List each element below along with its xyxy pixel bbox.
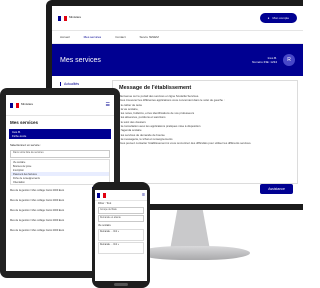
- services-banner: Mes services Inès B. Numéro INE: 1234 R: [52, 44, 303, 76]
- assistance-button[interactable]: Assistance: [260, 184, 293, 194]
- nav-item-contact[interactable]: Contact: [115, 35, 125, 39]
- panel-line: Vous pouvez contacter l'établissement si…: [119, 141, 252, 146]
- row-text: Mes de la gestion / Mes collège Carré 20…: [10, 228, 65, 232]
- sidebar-item-news[interactable]: Actualités: [60, 82, 104, 86]
- desktop-header: Ministère ● Mon compte: [52, 6, 303, 31]
- ministry-logo[interactable]: Ministère: [58, 15, 82, 21]
- service-dropdown: Vie scolaire Bourses de lycée Inscriptio…: [10, 159, 110, 185]
- menu-icon[interactable]: ☰: [106, 102, 110, 108]
- nav-item-home[interactable]: Accueil: [60, 35, 70, 39]
- phone-device: ☰ Filtrer : Tout Groupe de filiale Deman…: [92, 182, 150, 288]
- tablet-page-title: Mes services: [10, 120, 39, 125]
- list-item[interactable]: Demande ... Voir +: [98, 242, 144, 254]
- logo-text: Ministère: [69, 15, 82, 20]
- page-title: Mes services: [60, 56, 101, 64]
- user-info: Inès B. Numéro INE: 1234: [252, 56, 277, 64]
- section-title: Vie scolaire: [98, 224, 111, 227]
- logo-text: Ministère: [21, 102, 34, 107]
- list-item[interactable]: Demande ... Voir +: [98, 229, 144, 241]
- account-button-label: Mon compte: [272, 16, 289, 20]
- monitor-base: [138, 246, 250, 260]
- tablet-header: Ministère ☰: [6, 95, 114, 116]
- nav-item-services[interactable]: Mes services: [84, 35, 102, 39]
- phone-screen: ☰ Filtrer : Tout Groupe de filiale Deman…: [95, 190, 147, 281]
- avatar[interactable]: R: [283, 54, 295, 66]
- filter-line[interactable]: Filtrer : Tout: [95, 201, 147, 206]
- tablet-user-card: Inès B. Fiche école: [9, 129, 111, 139]
- group-select[interactable]: Groupe de filiale: [98, 207, 144, 214]
- menu-icon[interactable]: ☰: [142, 193, 145, 197]
- service-select[interactable]: Dans votre liste de services: [10, 150, 110, 158]
- status-select[interactable]: Demande en attente: [98, 215, 144, 222]
- user-id: Numéro INE: 1234: [252, 60, 277, 64]
- home-indicator: [114, 283, 128, 286]
- row-text: Mes de la gestion / Mes collège Carré 20…: [10, 218, 65, 222]
- tablet-user-sub: Fiche école: [12, 134, 27, 138]
- monitor-stand: [170, 210, 210, 250]
- panel-title: Message de l'établissement: [119, 85, 192, 91]
- row-text: Mes de la gestion / Mes collège Carré 20…: [10, 198, 65, 202]
- account-button[interactable]: ● Mon compte: [259, 13, 297, 23]
- message-panel: Message de l'établissement Bienvenue sur…: [112, 80, 298, 184]
- ministry-logo[interactable]: Ministère: [10, 102, 34, 108]
- flag-icon: [97, 192, 106, 198]
- row-text: Mes de la gestion / Mes collège Carré 20…: [10, 208, 65, 212]
- flag-icon: [58, 15, 67, 21]
- ministry-logo[interactable]: [97, 192, 106, 198]
- nav-item-follow[interactable]: Suivre l'ENEM: [140, 35, 159, 39]
- row-text: Mes de la gestion / Mes collège Carré 20…: [10, 188, 65, 192]
- main-nav: Accueil Mes services Contact Suivre l'EN…: [52, 31, 303, 44]
- user-icon: ●: [267, 16, 270, 20]
- phone-header: ☰: [95, 190, 147, 201]
- flag-icon: [10, 102, 19, 108]
- select-label: Sélectionnez un service :: [10, 143, 42, 147]
